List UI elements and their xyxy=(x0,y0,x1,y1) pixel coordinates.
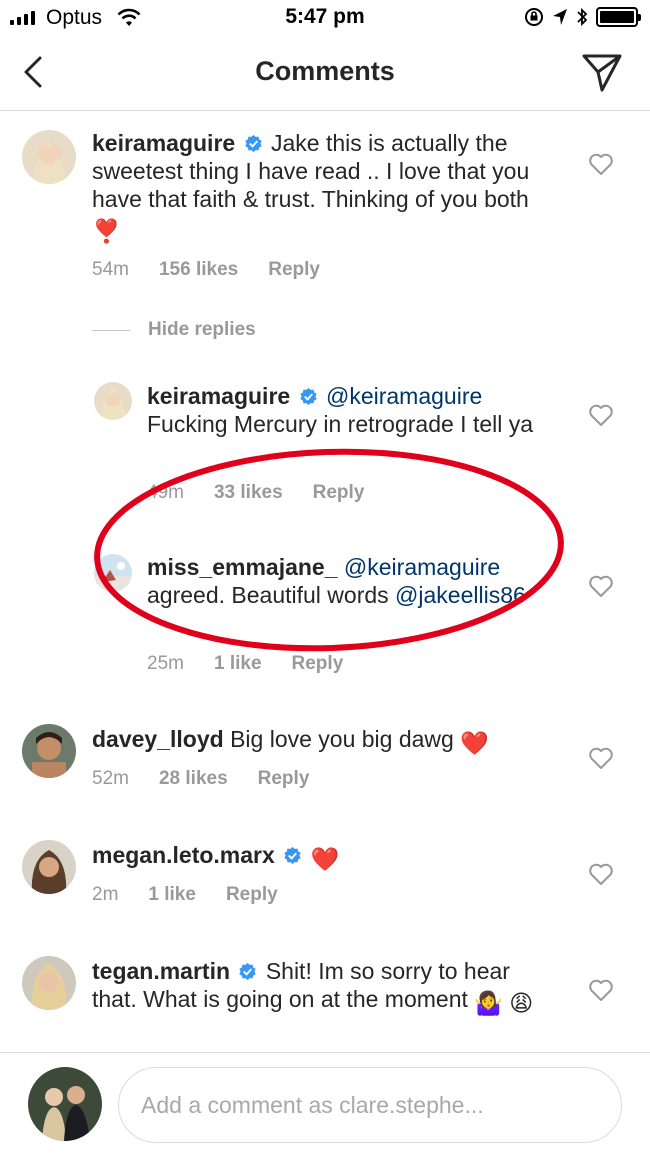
reply-likes[interactable]: 1 like xyxy=(214,653,262,675)
red-heart-emoji: ❤️ xyxy=(310,846,340,872)
verified-badge-icon xyxy=(244,134,262,153)
weary-face-emoji: 😩 xyxy=(509,990,534,1016)
reply-button[interactable]: Reply xyxy=(258,768,310,790)
orientation-lock-icon xyxy=(525,8,543,26)
red-heart-emoji: ❤️ xyxy=(460,730,489,756)
comment-meta: 54m 156 likes Reply xyxy=(92,259,320,281)
comment-text: davey_lloyd Big love you big dawg ❤️ xyxy=(92,725,550,757)
comment-time: 2m xyxy=(92,884,119,905)
reply-button[interactable]: Reply xyxy=(313,482,365,504)
comment-text: keiramaguire Jake this is actually the s… xyxy=(92,129,550,245)
comment-likes[interactable]: 1 like xyxy=(148,884,196,906)
location-arrow-icon xyxy=(553,9,567,25)
reply-mention-2[interactable]: @jakeellis86 xyxy=(395,582,526,608)
comment-time: 52m xyxy=(92,768,129,789)
avatar[interactable] xyxy=(22,840,76,894)
page-title: Comments xyxy=(255,56,395,86)
reply-meta: 25m 1 like Reply xyxy=(147,653,343,675)
bluetooth-icon xyxy=(577,7,588,27)
reply-text: keiramaguire @keiramaguire Fucking Mercu… xyxy=(147,382,547,438)
comment-time: 54m xyxy=(92,259,129,280)
avatar[interactable] xyxy=(22,956,76,1010)
verified-badge-icon xyxy=(239,962,257,981)
comment-text: megan.leto.marx ❤️ xyxy=(92,841,550,873)
reply-time: 25m xyxy=(147,653,184,674)
avatar[interactable] xyxy=(22,130,76,184)
reply-likes[interactable]: 33 likes xyxy=(214,482,283,504)
heart-exclamation-emoji: ❣️ xyxy=(92,218,121,244)
direct-message-icon[interactable] xyxy=(580,52,624,94)
heart-icon[interactable] xyxy=(588,403,614,427)
avatar[interactable] xyxy=(94,554,132,592)
reply-button[interactable]: Reply xyxy=(226,884,278,906)
comment-text: tegan.martin Shit! Im so sorry to hear t… xyxy=(92,957,550,1017)
comment-likes[interactable]: 156 likes xyxy=(159,259,238,281)
reply-text: miss_emmajane_ @keiramaguire agreed. Bea… xyxy=(147,553,547,609)
avatar[interactable] xyxy=(22,724,76,778)
comment-meta: 2m 1 like Reply xyxy=(92,884,278,906)
heart-icon[interactable] xyxy=(588,152,614,176)
heart-icon[interactable] xyxy=(588,574,614,598)
reply-message: Fucking Mercury in retrograde I tell ya xyxy=(147,411,534,437)
current-user-avatar xyxy=(28,1067,102,1141)
heart-icon[interactable] xyxy=(588,862,614,886)
comment-composer xyxy=(0,1052,650,1156)
heart-icon[interactable] xyxy=(588,746,614,770)
reply-meta: 49m 33 likes Reply xyxy=(147,482,364,504)
reply-button[interactable]: Reply xyxy=(268,259,320,281)
status-bar: Optus 5:47 pm xyxy=(0,0,650,36)
hide-replies-label: Hide replies xyxy=(148,319,256,340)
comment-username[interactable]: tegan.martin xyxy=(92,958,230,984)
comment-likes[interactable]: 28 likes xyxy=(159,768,228,790)
hide-replies-button[interactable]: Hide replies xyxy=(92,319,256,341)
comment-username[interactable]: megan.leto.marx xyxy=(92,842,275,868)
battery-icon xyxy=(596,7,641,27)
reply-button[interactable]: Reply xyxy=(292,653,344,675)
reply-mention[interactable]: @keiramaguire xyxy=(326,383,482,409)
comment-input-wrapper xyxy=(118,1067,622,1143)
red-circle-annotation xyxy=(94,448,564,652)
reply-username[interactable]: miss_emmajane_ xyxy=(147,554,338,580)
comment-username[interactable]: keiramaguire xyxy=(92,130,235,156)
comment-message: Big love you big dawg xyxy=(230,726,454,752)
verified-badge-icon xyxy=(299,387,317,406)
heart-icon[interactable] xyxy=(588,978,614,1002)
avatar[interactable] xyxy=(94,382,132,420)
comments-screen: Optus 5:47 pm Comments keiramaguire Jake… xyxy=(0,0,650,1156)
navigation-bar: Comments xyxy=(0,36,650,111)
reply-username[interactable]: keiramaguire xyxy=(147,383,290,409)
comment-meta: 52m 28 likes Reply xyxy=(92,768,309,790)
comment-input[interactable] xyxy=(119,1068,621,1142)
comment-username[interactable]: davey_lloyd xyxy=(92,726,224,752)
reply-mention[interactable]: @keiramaguire xyxy=(344,554,500,580)
reply-time: 49m xyxy=(147,482,184,503)
verified-badge-icon xyxy=(284,846,301,865)
comments-list: keiramaguire Jake this is actually the s… xyxy=(0,112,650,1052)
reply-message: agreed. Beautiful words xyxy=(147,582,389,608)
woman-shrugging-emoji: 🤷‍♀️ xyxy=(474,990,503,1016)
